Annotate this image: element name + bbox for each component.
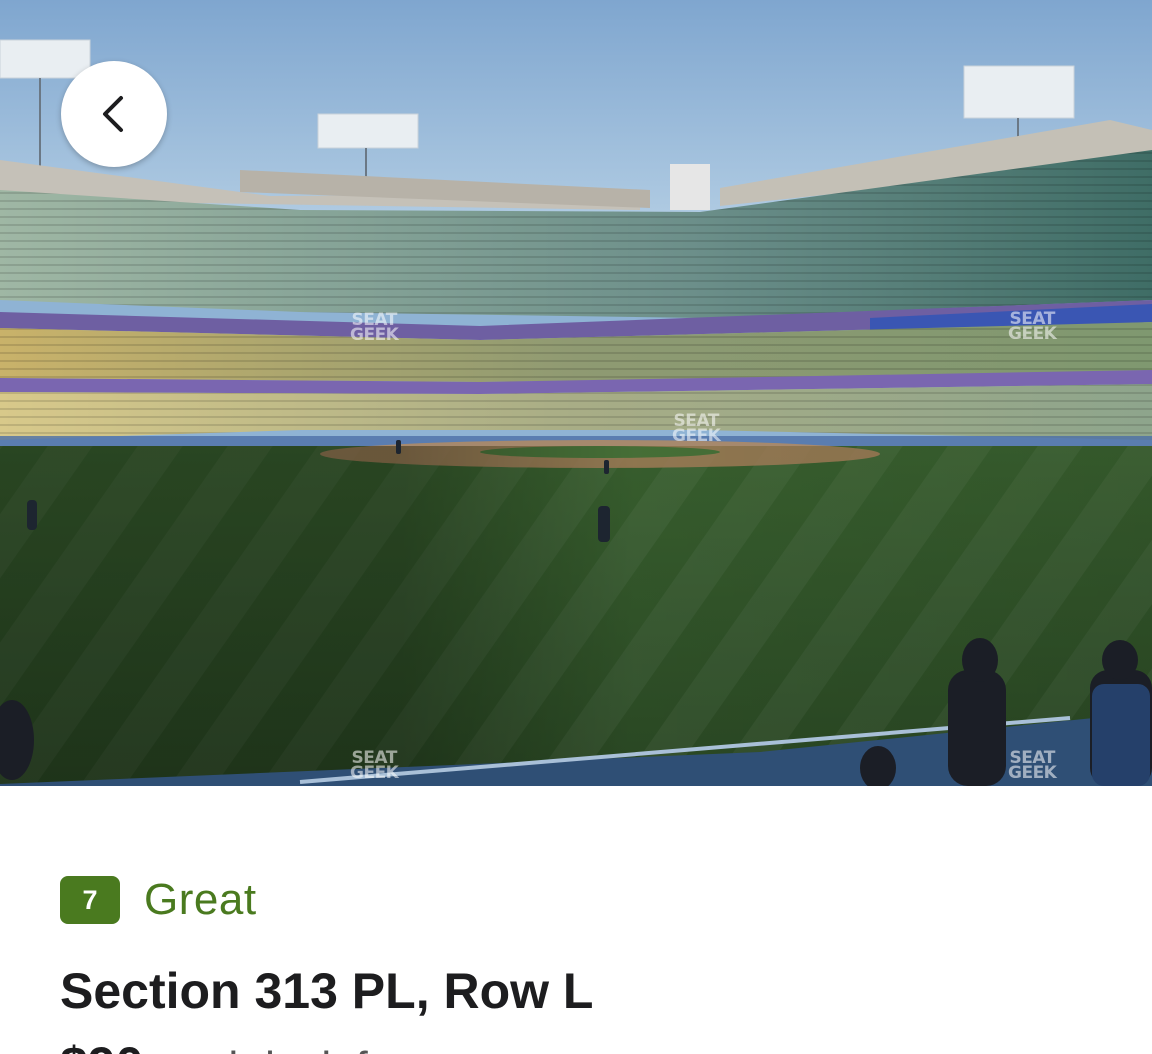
back-button[interactable]: [61, 61, 167, 167]
watermark: SEAT GEEK: [1008, 748, 1057, 783]
chevron-left-icon: [99, 94, 129, 134]
rating-label: Great: [144, 875, 257, 924]
seat-detail-screen: SEAT GEEK SEAT GEEK SEAT GEEK SEAT GEEK SEAT…: [0, 0, 1152, 1054]
rating-score-badge: 7: [60, 876, 120, 924]
ticket-price: $90: [60, 1037, 143, 1054]
deal-rating: 7 Great: [60, 875, 257, 924]
price-suffix: each incl. fees: [157, 1043, 438, 1054]
seat-view-photo: SEAT GEEK SEAT GEEK SEAT GEEK SEAT GEEK SEAT…: [0, 0, 1152, 786]
watermark: SEAT GEEK: [672, 411, 721, 446]
section-row-title: Section 313 PL, Row L: [60, 963, 594, 1019]
price-line: $90 each incl. fees: [60, 1036, 439, 1054]
watermark: SEAT GEEK: [350, 310, 399, 345]
watermark: SEAT GEEK: [350, 748, 399, 783]
watermark: SEAT GEEK: [1008, 309, 1057, 344]
